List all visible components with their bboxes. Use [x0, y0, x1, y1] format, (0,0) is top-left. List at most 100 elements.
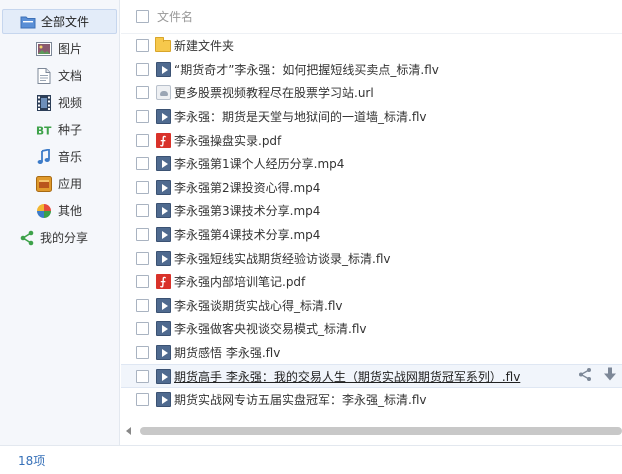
- row-checkbox[interactable]: [136, 110, 149, 124]
- sidebar-item-8[interactable]: 我的分享: [2, 224, 117, 251]
- status-bar: 18项: [0, 445, 622, 474]
- file-row[interactable]: 新建文件夹: [121, 34, 622, 58]
- sidebar-item-5[interactable]: 音乐: [0, 143, 119, 170]
- row-checkbox[interactable]: [136, 157, 149, 171]
- file-row[interactable]: “期货奇才”李永强：如何把握短线买卖点_标清.flv: [121, 58, 622, 82]
- file-name[interactable]: “期货奇才”李永强：如何把握短线买卖点_标清.flv: [174, 61, 439, 78]
- folder-icon: [155, 36, 171, 54]
- row-checkbox[interactable]: [136, 228, 149, 242]
- row-checkbox[interactable]: [136, 180, 149, 194]
- row-checkbox[interactable]: [136, 298, 149, 312]
- pie-icon: [36, 203, 52, 219]
- share-icon[interactable]: [578, 368, 592, 385]
- file-row[interactable]: 期货实战网专访五届实盘冠军：李永强_标清.flv: [121, 388, 622, 412]
- folder-icon: [20, 14, 36, 30]
- file-row[interactable]: 李永强第1课个人经历分享.mp4: [121, 152, 622, 176]
- scroll-left-icon[interactable]: [126, 427, 131, 435]
- sidebar-item-1[interactable]: 图片: [0, 35, 119, 62]
- sidebar-item-4[interactable]: BT 种子: [0, 116, 119, 143]
- sidebar-item-3[interactable]: 视频: [0, 89, 119, 116]
- video-file-icon: [155, 321, 171, 337]
- video-file-icon: [155, 203, 171, 219]
- select-all-checkbox[interactable]: [136, 10, 149, 23]
- file-row[interactable]: ⨍ 李永强内部培训笔记.pdf: [121, 270, 622, 294]
- sidebar-item-7[interactable]: 其他: [0, 197, 119, 224]
- sidebar-item-label: 文档: [58, 69, 83, 83]
- file-row[interactable]: 李永强做客央视谈交易模式_标清.flv: [121, 317, 622, 341]
- scrollbar-thumb[interactable]: [140, 427, 622, 435]
- horizontal-scrollbar[interactable]: [126, 425, 622, 437]
- file-row[interactable]: 李永强：期货是天堂与地狱间的一道墙_标清.flv: [121, 105, 622, 129]
- file-name[interactable]: 更多股票视频教程尽在股票学习站.url: [174, 84, 374, 101]
- pdf-file-icon: ⨍: [155, 274, 171, 290]
- file-name[interactable]: 李永强第2课投资心得.mp4: [174, 179, 320, 196]
- film-icon: [36, 94, 52, 111]
- video-file-icon: [155, 297, 171, 313]
- sidebar-item-label: 我的分享: [40, 231, 89, 245]
- file-row[interactable]: 期货高手 李永强：我的交易人生（期货实战网期货冠军系列）.flv: [121, 364, 622, 388]
- sidebar-item-label: 图片: [58, 42, 83, 56]
- video-file-icon: [155, 250, 171, 266]
- file-name[interactable]: 李永强第4课技术分享.mp4: [174, 226, 320, 243]
- file-row[interactable]: ⨍ 李永强操盘实录.pdf: [121, 128, 622, 152]
- row-checkbox[interactable]: [136, 369, 149, 383]
- row-checkbox[interactable]: [136, 251, 149, 265]
- video-file-icon: [155, 345, 171, 361]
- file-row[interactable]: 期货感悟 李永强.flv: [121, 341, 622, 365]
- row-checkbox[interactable]: [136, 322, 149, 336]
- video-file-icon: [155, 109, 171, 125]
- row-checkbox[interactable]: [136, 393, 149, 407]
- sidebar-item-0[interactable]: 全部文件: [2, 9, 117, 34]
- file-row[interactable]: 李永强短线实战期货经验访谈录_标清.flv: [121, 246, 622, 270]
- sidebar-item-label: 应用: [58, 177, 83, 191]
- row-checkbox[interactable]: [136, 39, 149, 53]
- sidebar-item-label: 音乐: [58, 150, 83, 164]
- video-file-icon: [155, 368, 171, 384]
- item-count: 18项: [18, 453, 46, 468]
- sidebar: 全部文件图片文档视频 BT 种子音乐应用其他我的分享: [0, 0, 120, 445]
- sidebar-item-label: 种子: [58, 123, 83, 137]
- file-name[interactable]: 李永强短线实战期货经验访谈录_标清.flv: [174, 250, 390, 267]
- list-header: 文件名: [121, 0, 622, 34]
- file-name[interactable]: 期货感悟 李永强.flv: [174, 344, 280, 361]
- sidebar-item-2[interactable]: 文档: [0, 62, 119, 89]
- file-name[interactable]: 李永强谈期货实战心得_标清.flv: [174, 297, 342, 314]
- share-icon: [19, 230, 35, 246]
- file-row[interactable]: 李永强谈期货实战心得_标清.flv: [121, 294, 622, 318]
- row-checkbox[interactable]: [136, 62, 149, 76]
- file-name[interactable]: 期货高手 李永强：我的交易人生（期货实战网期货冠军系列）.flv: [174, 368, 520, 385]
- image-icon: [36, 41, 52, 57]
- row-checkbox[interactable]: [136, 133, 149, 147]
- row-actions: [578, 367, 616, 385]
- column-filename[interactable]: 文件名: [157, 8, 193, 25]
- video-file-icon: [155, 227, 171, 243]
- music-note-icon: [36, 148, 52, 165]
- file-name[interactable]: 李永强第1课个人经历分享.mp4: [174, 155, 344, 172]
- file-name[interactable]: 李永强第3课技术分享.mp4: [174, 202, 320, 219]
- row-checkbox[interactable]: [136, 346, 149, 360]
- row-checkbox[interactable]: [136, 204, 149, 218]
- file-name[interactable]: 期货实战网专访五届实盘冠军：李永强_标清.flv: [174, 391, 426, 408]
- download-icon[interactable]: [604, 367, 616, 385]
- document-icon: [36, 67, 52, 84]
- sidebar-item-6[interactable]: 应用: [0, 170, 119, 197]
- pdf-file-icon: ⨍: [155, 132, 171, 148]
- file-row[interactable]: 更多股票视频教程尽在股票学习站.url: [121, 81, 622, 105]
- file-row[interactable]: 李永强第2课投资心得.mp4: [121, 176, 622, 200]
- file-name[interactable]: 李永强内部培训笔记.pdf: [174, 273, 305, 290]
- video-file-icon: [155, 61, 171, 77]
- file-name[interactable]: 李永强做客央视谈交易模式_标清.flv: [174, 320, 366, 337]
- file-row[interactable]: 李永强第3课技术分享.mp4: [121, 199, 622, 223]
- file-row[interactable]: 李永强第4课技术分享.mp4: [121, 223, 622, 247]
- file-name[interactable]: 李永强：期货是天堂与地狱间的一道墙_标清.flv: [174, 108, 426, 125]
- video-file-icon: [155, 156, 171, 172]
- sidebar-item-label: 其他: [58, 204, 83, 218]
- file-rows: 新建文件夹 “期货奇才”李永强：如何把握短线买卖点_标清.flv 更多股票视频教程尽…: [121, 34, 622, 412]
- file-name[interactable]: 李永强操盘实录.pdf: [174, 132, 281, 149]
- file-name[interactable]: 新建文件夹: [174, 37, 234, 54]
- row-checkbox[interactable]: [136, 275, 149, 289]
- row-checkbox[interactable]: [136, 86, 149, 100]
- app-icon: [36, 175, 52, 192]
- video-file-icon: [155, 392, 171, 408]
- sidebar-item-label: 视频: [58, 96, 83, 110]
